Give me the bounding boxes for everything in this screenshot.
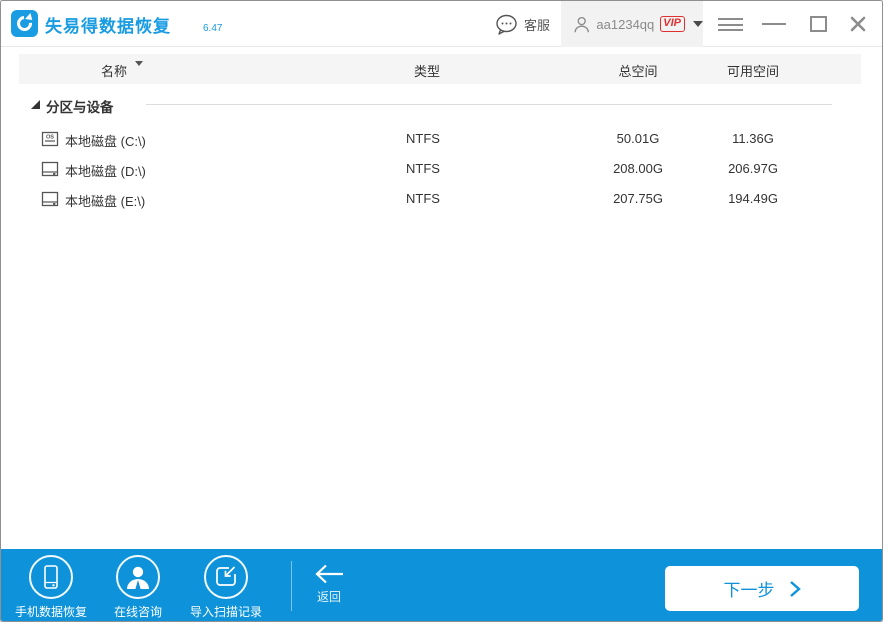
table-row-drive-d[interactable]: 本地磁盘 (D:\) NTFS 208.00G 206.97G — [1, 154, 882, 184]
app-version: 6.47 — [203, 23, 222, 34]
drive-type: NTFS — [406, 191, 440, 206]
footer-bar: 手机数据恢复 在线咨询 导入扫描记录 — [1, 549, 882, 622]
customer-service-button[interactable]: 客服 — [495, 1, 550, 47]
next-step-button[interactable]: 下一步 — [665, 566, 859, 611]
close-button[interactable] — [841, 1, 875, 47]
column-header-free-space[interactable]: 可用空间 — [693, 61, 813, 80]
footer-divider — [291, 561, 292, 611]
app-window: 失易得数据恢复 6.47 客服 aa1234qq VIP — [0, 0, 883, 622]
circle-frame — [116, 555, 160, 599]
drive-name: 本地磁盘 (C:\) — [65, 131, 146, 150]
group-divider — [146, 104, 832, 105]
phone-icon — [39, 564, 63, 590]
close-icon — [850, 16, 866, 32]
drive-total-space: 207.75G — [578, 191, 698, 206]
back-label: 返回 — [317, 588, 341, 605]
import-icon — [213, 564, 239, 590]
app-logo-icon — [11, 10, 38, 37]
user-icon — [573, 15, 590, 34]
chevron-right-icon — [789, 580, 801, 598]
action-label: 在线咨询 — [114, 603, 162, 620]
table-row-drive-c[interactable]: OS 本地磁盘 (C:\) NTFS 50.01G 11.36G — [1, 124, 882, 154]
column-header-type[interactable]: 类型 — [414, 61, 440, 80]
drive-total-space: 50.01G — [578, 131, 698, 146]
group-label: 分区与设备 — [46, 96, 114, 116]
circle-frame — [204, 555, 248, 599]
drive-icon — [41, 160, 59, 178]
maximize-button[interactable] — [801, 1, 835, 47]
sort-caret-icon[interactable] — [135, 61, 143, 66]
os-drive-icon: OS — [41, 130, 59, 148]
column-header-name[interactable]: 名称 — [101, 61, 127, 80]
svg-text:OS: OS — [46, 135, 54, 141]
drive-free-space: 11.36G — [693, 131, 813, 146]
vip-badge: VIP — [660, 16, 685, 32]
back-arrow-icon — [312, 563, 346, 585]
chevron-down-icon — [693, 21, 703, 27]
action-label: 导入扫描记录 — [190, 603, 262, 620]
table-row-drive-e[interactable]: 本地磁盘 (E:\) NTFS 207.75G 194.49G — [1, 184, 882, 214]
user-account-menu[interactable]: aa1234qq VIP — [561, 1, 703, 47]
drive-name: 本地磁盘 (D:\) — [65, 161, 146, 180]
action-label: 手机数据恢复 — [15, 603, 87, 620]
app-title: 失易得数据恢复 — [45, 12, 171, 37]
group-partitions-devices[interactable]: 分区与设备 — [1, 95, 882, 115]
circle-frame — [29, 555, 73, 599]
column-header-total-space[interactable]: 总空间 — [578, 61, 698, 80]
menu-button[interactable] — [713, 1, 747, 47]
username-label: aa1234qq — [596, 17, 654, 32]
customer-service-label: 客服 — [524, 15, 550, 34]
drive-icon — [41, 190, 59, 208]
drive-name: 本地磁盘 (E:\) — [65, 191, 145, 210]
online-consult-button[interactable]: 在线咨询 — [94, 555, 182, 620]
person-icon — [124, 564, 152, 590]
title-bar: 失易得数据恢复 6.47 客服 aa1234qq VIP — [1, 1, 882, 47]
drive-free-space: 206.97G — [693, 161, 813, 176]
minimize-icon — [762, 23, 786, 25]
phone-data-recovery-button[interactable]: 手机数据恢复 — [7, 555, 95, 620]
drive-type: NTFS — [406, 131, 440, 146]
minimize-button[interactable] — [757, 1, 791, 47]
import-scan-record-button[interactable]: 导入扫描记录 — [182, 555, 270, 620]
hamburger-icon — [718, 18, 743, 31]
drive-total-space: 208.00G — [578, 161, 698, 176]
maximize-icon — [810, 16, 827, 32]
drive-type: NTFS — [406, 161, 440, 176]
drive-free-space: 194.49G — [693, 191, 813, 206]
chat-bubble-icon — [495, 14, 518, 35]
back-button[interactable]: 返回 — [301, 563, 357, 605]
table-header: 名称 类型 总空间 可用空间 — [19, 54, 861, 84]
expanded-triangle-icon — [31, 100, 40, 109]
next-step-label: 下一步 — [724, 576, 775, 601]
